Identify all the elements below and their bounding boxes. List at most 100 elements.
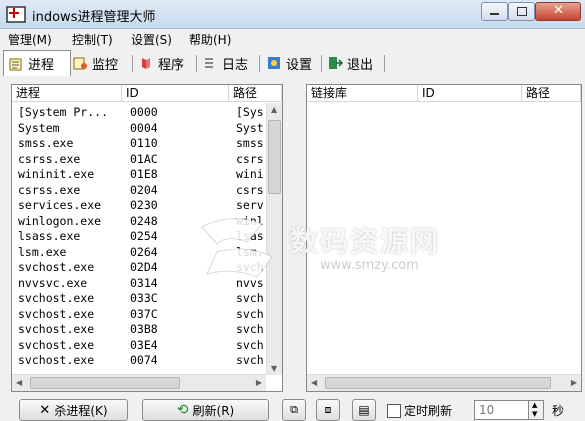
refresh-button[interactable]: ⟲ 刷新(R)	[142, 399, 269, 421]
maximize-button[interactable]	[508, 2, 535, 21]
process-vertical-scrollbar[interactable]: ▲ ▼	[266, 103, 282, 375]
tab-settings-label: 设置	[286, 57, 313, 73]
cell-path: lsm.	[236, 244, 264, 259]
table-row[interactable]: lsass.exe 0254 lsas	[12, 229, 266, 245]
scroll-left-icon[interactable]: ◀	[16, 378, 22, 387]
kill-process-label: 杀进程(K)	[54, 403, 108, 418]
cell-path: serv	[236, 198, 264, 212]
tab-exit-label: 退出	[347, 57, 374, 73]
table-row[interactable]: wininit.exe 01E8 wini	[12, 167, 266, 183]
tab-monitor[interactable]: 监控	[72, 52, 118, 74]
scroll-left-icon[interactable]: ◀	[311, 378, 317, 387]
cell-name: svchost.exe	[18, 291, 95, 305]
cell-id: 033C	[130, 291, 158, 305]
cell-name: svchost.exe	[18, 337, 95, 352]
table-row[interactable]: System 0004 Syst	[12, 121, 266, 137]
column-header-library[interactable]: 链接库	[307, 85, 418, 102]
column-header-process[interactable]: 进程	[12, 85, 122, 102]
tab-settings[interactable]: 设置	[266, 52, 312, 74]
cell-name: csrss.exe	[18, 182, 81, 197]
cell-name: [System Pr...	[18, 105, 109, 119]
menu-help[interactable]: 帮助(H)	[189, 31, 231, 48]
save-icon: ▤	[358, 403, 370, 417]
cell-path: Syst	[236, 120, 264, 135]
cell-name: nvvsvc.exe	[18, 275, 88, 290]
cell-name: System	[18, 120, 60, 135]
scroll-right-icon[interactable]: ▶	[256, 378, 262, 387]
spin-up-icon[interactable]: ▲	[532, 401, 537, 409]
cell-path: svch	[236, 337, 264, 352]
cell-path: winl	[236, 213, 264, 228]
timer-refresh-checkbox[interactable]	[387, 404, 401, 418]
module-horizontal-scrollbar[interactable]: ◀ ▶	[307, 374, 581, 391]
cell-name: winlogon.exe	[18, 213, 102, 228]
table-row[interactable]: lsm.exe 0264 lsm.	[12, 245, 266, 261]
cell-id: 0264	[130, 244, 158, 259]
close-icon: ✕	[39, 402, 51, 418]
close-icon: ✕	[553, 3, 564, 18]
process-list[interactable]: 进程 ID 路径 [System Pr... 0000 [Sys System 0004…	[11, 84, 283, 392]
column-header-module-id[interactable]: ID	[418, 85, 522, 102]
column-header-path[interactable]: 路径	[229, 85, 282, 102]
menu-bar: 管理(M) 控制(T) 设置(S) 帮助(H)	[0, 29, 585, 49]
timer-refresh-label: 定时刷新	[404, 404, 453, 418]
refresh-label: 刷新(R)	[192, 403, 235, 418]
interval-unit: 秒	[552, 404, 565, 418]
column-header-module-path[interactable]: 路径	[522, 85, 581, 102]
menu-manage[interactable]: 管理(M)	[8, 31, 52, 48]
tab-exit[interactable]: 退出	[327, 52, 373, 74]
bottom-toolbar: ✕ 杀进程(K) ⟲ 刷新(R) ⧉ ⧈ ▤ 定时刷新 10 ▲ ▼ 秒	[0, 395, 585, 421]
interval-input[interactable]: 10	[474, 400, 530, 420]
cell-id: 0110	[130, 136, 158, 150]
h-scroll-thumb[interactable]	[30, 377, 180, 389]
tab-monitor-label: 监控	[92, 57, 119, 73]
tab-log[interactable]: 日志	[202, 52, 248, 74]
table-row[interactable]: nvvsvc.exe 0314 nvvs	[12, 276, 266, 292]
refresh-icon: ⟲	[176, 402, 189, 418]
tab-process[interactable]: 进程	[3, 50, 71, 76]
cell-name: lsm.exe	[18, 244, 67, 259]
scroll-thumb[interactable]	[268, 120, 281, 194]
cell-path: svch	[236, 306, 264, 321]
scroll-down-icon[interactable]: ▼	[271, 364, 277, 373]
table-row[interactable]: svchost.exe 03B8 svch	[12, 322, 266, 338]
kill-process-button[interactable]: ✕ 杀进程(K)	[19, 399, 128, 421]
tab-program[interactable]: 程序	[138, 52, 184, 74]
table-row[interactable]: svchost.exe 03E4 svch	[12, 338, 266, 354]
module-list[interactable]: 链接库 ID 路径 ◀ ▶	[306, 84, 582, 392]
scroll-right-icon[interactable]: ▶	[571, 378, 577, 387]
process-horizontal-scrollbar[interactable]: ◀ ▶	[12, 374, 266, 391]
table-row[interactable]: services.exe 0230 serv	[12, 198, 266, 214]
close-button[interactable]: ✕	[535, 2, 581, 21]
save-button[interactable]: ▤	[352, 399, 376, 421]
table-row[interactable]: svchost.exe 033C svch	[12, 291, 266, 307]
table-row[interactable]: winlogon.exe 0248 winl	[12, 214, 266, 230]
copy-button[interactable]: ⧉	[282, 399, 306, 421]
column-header-id[interactable]: ID	[122, 85, 229, 102]
cell-path: svch	[236, 322, 264, 336]
monitor-icon	[73, 57, 87, 70]
cell-path: wini	[236, 167, 264, 181]
minimize-button[interactable]	[481, 2, 508, 21]
copy-icon: ⧉	[290, 403, 298, 416]
process-rows: [System Pr... 0000 [Sys System 0004 Syst smss.…	[12, 105, 266, 369]
cell-path: lsas	[236, 229, 264, 243]
table-row[interactable]: csrss.exe 0204 csrs	[12, 183, 266, 199]
h-scroll-thumb[interactable]	[325, 377, 551, 389]
table-row[interactable]: smss.exe 0110 smss	[12, 136, 266, 152]
exit-icon	[329, 57, 343, 69]
cell-name: svchost.exe	[18, 260, 95, 274]
table-row[interactable]: svchost.exe 02D4 svch	[12, 260, 266, 276]
scroll-up-icon[interactable]: ▲	[271, 105, 277, 114]
table-row[interactable]: csrss.exe 01AC csrs	[12, 152, 266, 168]
properties-button[interactable]: ⧈	[316, 399, 340, 421]
program-icon	[142, 58, 150, 69]
cell-id: 0000	[130, 105, 158, 119]
cell-id: 01E8	[130, 167, 158, 181]
table-row[interactable]: svchost.exe 037C svch	[12, 307, 266, 323]
table-row[interactable]: [System Pr... 0000 [Sys	[12, 105, 266, 121]
table-row[interactable]: svchost.exe 0074 svch	[12, 353, 266, 369]
menu-settings[interactable]: 设置(S)	[131, 31, 172, 48]
menu-control[interactable]: 控制(T)	[72, 31, 113, 48]
interval-spinner[interactable]: ▲ ▼	[528, 400, 544, 420]
